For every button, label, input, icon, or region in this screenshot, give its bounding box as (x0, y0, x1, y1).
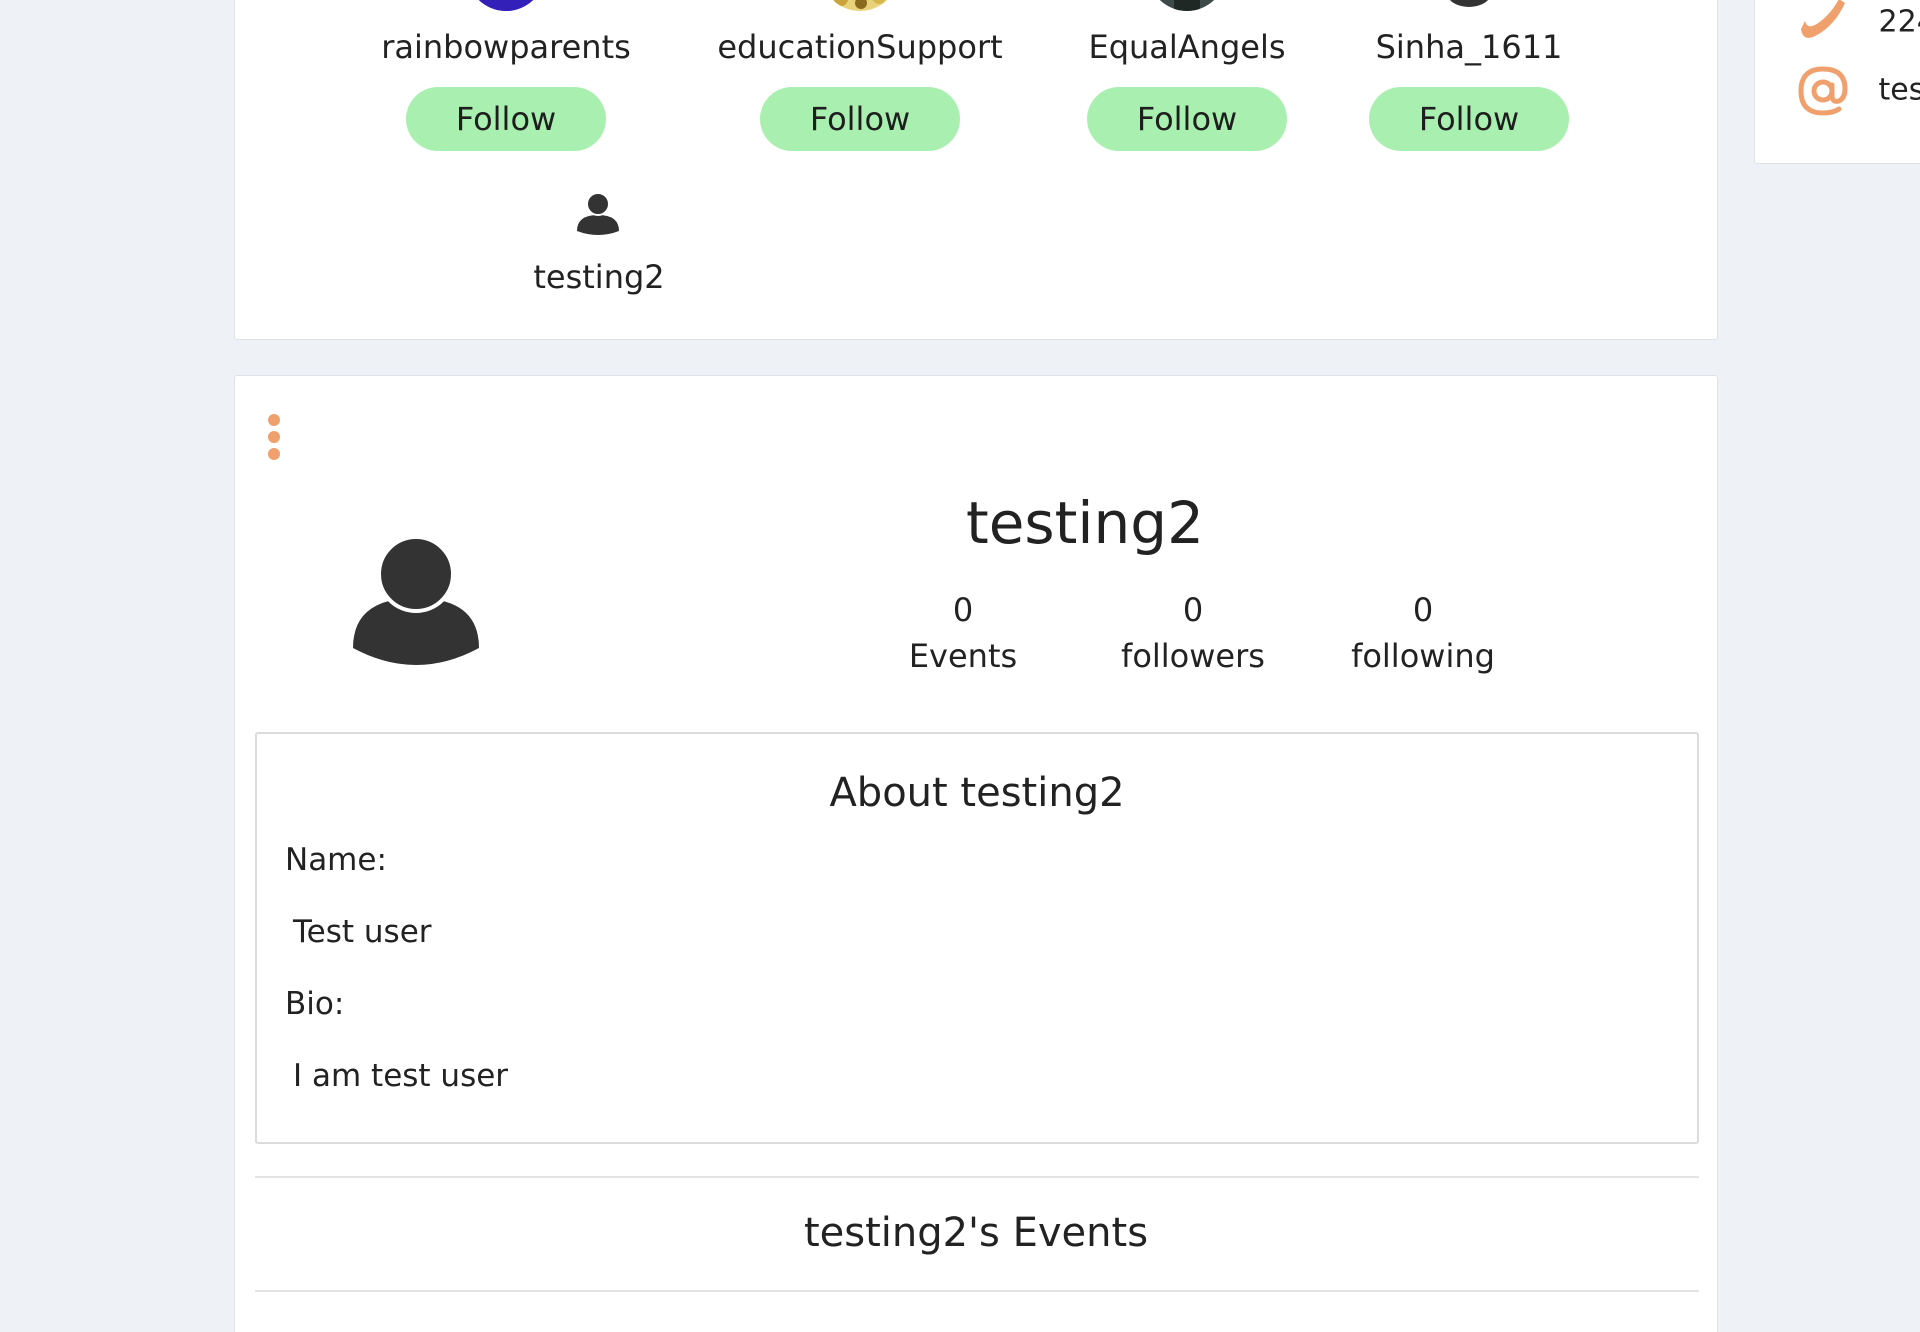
bio-label: Bio: (285, 986, 345, 1022)
suggested-user-name[interactable]: educationSupport (710, 27, 1010, 67)
profile-card: testing2 0 Events 0 followers 0 followin… (234, 375, 1718, 1332)
stat-label: Events (908, 637, 1018, 675)
contact-info-card: 224 tes (1754, 0, 1920, 164)
suggested-users-card: rainbowparents Follow educationSupport F… (234, 0, 1718, 340)
suggested-user-name[interactable]: EqualAngels (1037, 27, 1337, 67)
events-section-title: testing2's Events (803, 1210, 1149, 1256)
name-label: Name: (285, 842, 387, 878)
education-avatar-image[interactable] (821, 0, 899, 11)
stat-following[interactable]: 0 following (1323, 588, 1523, 680)
about-section: About testing2 Name: Test user Bio: I am… (255, 732, 1699, 1144)
stat-count: 0 (1182, 591, 1204, 629)
stat-label: following (1351, 637, 1495, 675)
suggested-user-name[interactable]: Sinha_1611 (1319, 27, 1619, 67)
stat-followers[interactable]: 0 followers (1093, 588, 1293, 680)
profile-username: testing2 (966, 489, 1204, 557)
person-icon[interactable] (1430, 0, 1508, 11)
page: rainbowparents Follow educationSupport F… (0, 0, 1920, 1332)
name-value: Test user (293, 914, 432, 950)
phone-text: 224 (1878, 4, 1920, 40)
email-text: tes (1878, 72, 1920, 108)
person-icon[interactable] (575, 191, 621, 237)
suggested-user-name[interactable]: rainbowparents (356, 27, 656, 67)
divider (255, 1176, 1699, 1178)
divider (255, 1290, 1699, 1292)
suggested-user-name[interactable]: testing2 (499, 257, 699, 297)
email-row: tes (1795, 63, 1920, 119)
at-sign-icon (1798, 66, 1848, 116)
stat-label: followers (1121, 637, 1265, 675)
rainbow-avatar-image[interactable] (467, 0, 545, 11)
kebab-menu-icon[interactable] (265, 414, 283, 466)
follow-button[interactable]: Follow (760, 87, 960, 151)
profile-avatar-icon (353, 536, 479, 665)
bio-value: I am test user (293, 1058, 509, 1094)
phone-icon (1801, 0, 1845, 38)
stat-events[interactable]: 0 Events (863, 588, 1063, 680)
stat-count: 0 (952, 591, 974, 629)
follow-button[interactable]: Follow (1369, 87, 1569, 151)
about-title: About testing2 (829, 770, 1125, 816)
follow-button[interactable]: Follow (406, 87, 606, 151)
stat-count: 0 (1412, 591, 1434, 629)
equalangels-avatar-image[interactable] (1148, 0, 1226, 11)
phone-row: 224 (1795, 0, 1920, 51)
follow-button[interactable]: Follow (1087, 87, 1287, 151)
